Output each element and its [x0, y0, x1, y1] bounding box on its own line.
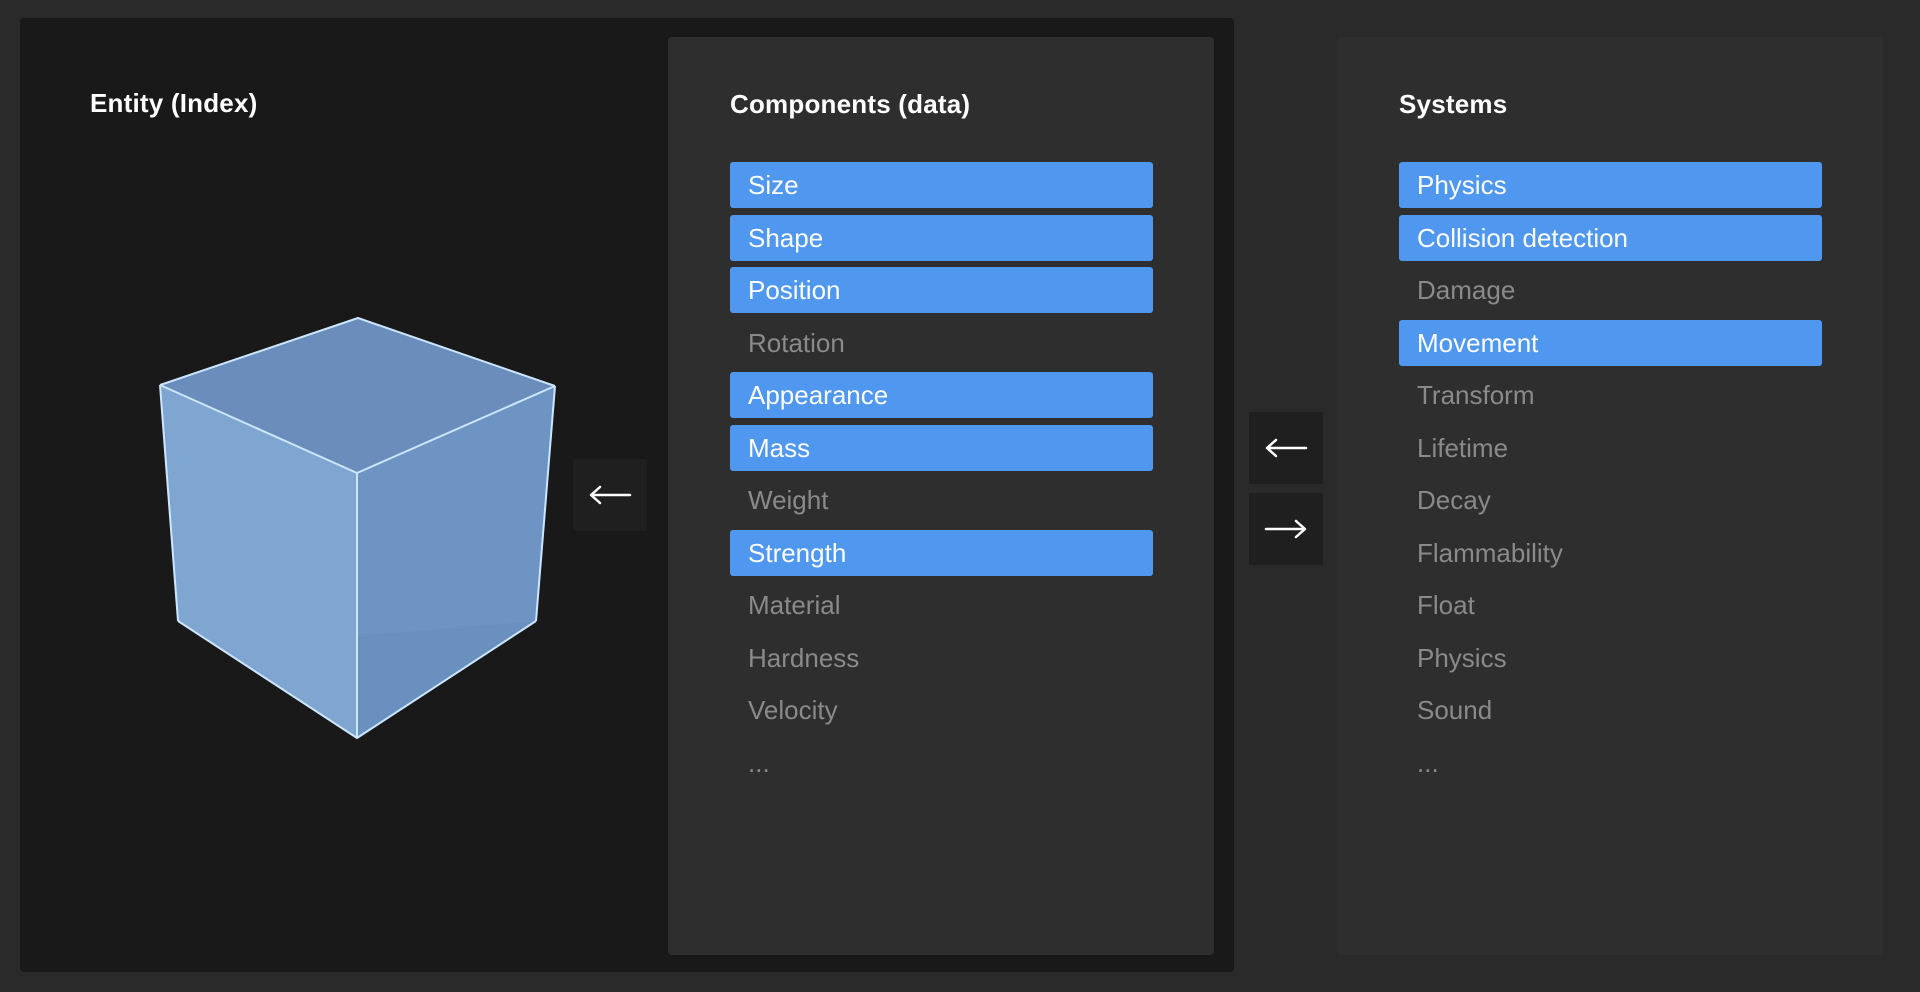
system-item-movement: Movement: [1399, 319, 1822, 366]
systems-title: Systems: [1399, 89, 1508, 119]
component-item-hardness: Hardness: [748, 642, 860, 673]
component-item-strength: Strength: [730, 529, 1153, 576]
component-item-velocity: Velocity: [748, 695, 838, 725]
system-item-decay: Decay: [1417, 485, 1491, 515]
arrow-left-icon: [1265, 438, 1308, 458]
system-item-sound: Sound: [1417, 695, 1493, 725]
ecs-diagram: Entity (Index) Components (data) Size Sh…: [0, 0, 1920, 992]
system-item-collision-detection: Collision detection: [1399, 214, 1822, 261]
component-item-appearance: Appearance: [730, 372, 1153, 418]
arrow-right-icon: [1264, 519, 1307, 539]
component-item-shape: Shape: [730, 214, 1153, 261]
component-item-position: Position: [730, 267, 1153, 313]
component-item-material: Material: [748, 590, 841, 620]
systems-list: Physics Collision detection Damage Movem…: [1399, 162, 1822, 792]
system-item-lifetime: Lifetime: [1417, 432, 1509, 463]
component-item-size: Size: [730, 162, 1153, 208]
systems-to-components-arrow: [1249, 412, 1323, 484]
components-to-systems-arrow: [1249, 493, 1323, 565]
system-item-more: ...: [1417, 747, 1439, 778]
arrow-left-icon: [589, 485, 632, 505]
system-item-damage: Damage: [1417, 275, 1516, 305]
entity-panel: Entity (Index) Components (data) Size Sh…: [20, 18, 1234, 972]
system-item-physics: Physics: [1399, 162, 1822, 208]
cube-icon: [159, 317, 556, 739]
system-item-flammability: Flammability: [1417, 537, 1563, 568]
components-title: Components (data): [730, 89, 971, 119]
component-item-rotation: Rotation: [748, 327, 845, 358]
system-item-transform: Transform: [1417, 380, 1535, 410]
components-panel: Components (data) Size Shape Position Ro…: [668, 37, 1214, 955]
component-item-more: ...: [748, 747, 770, 778]
component-item-mass: Mass: [730, 424, 1153, 471]
system-item-physics-2: Physics: [1417, 642, 1507, 673]
system-item-float: Float: [1417, 590, 1475, 620]
components-list: Size Shape Position Rotation Appearance …: [730, 162, 1153, 792]
components-to-entity-arrow: [573, 459, 647, 531]
entity-title: Entity (Index): [90, 88, 258, 118]
component-item-weight: Weight: [748, 485, 829, 515]
systems-panel: Systems Physics Collision detection Dama…: [1337, 37, 1883, 955]
